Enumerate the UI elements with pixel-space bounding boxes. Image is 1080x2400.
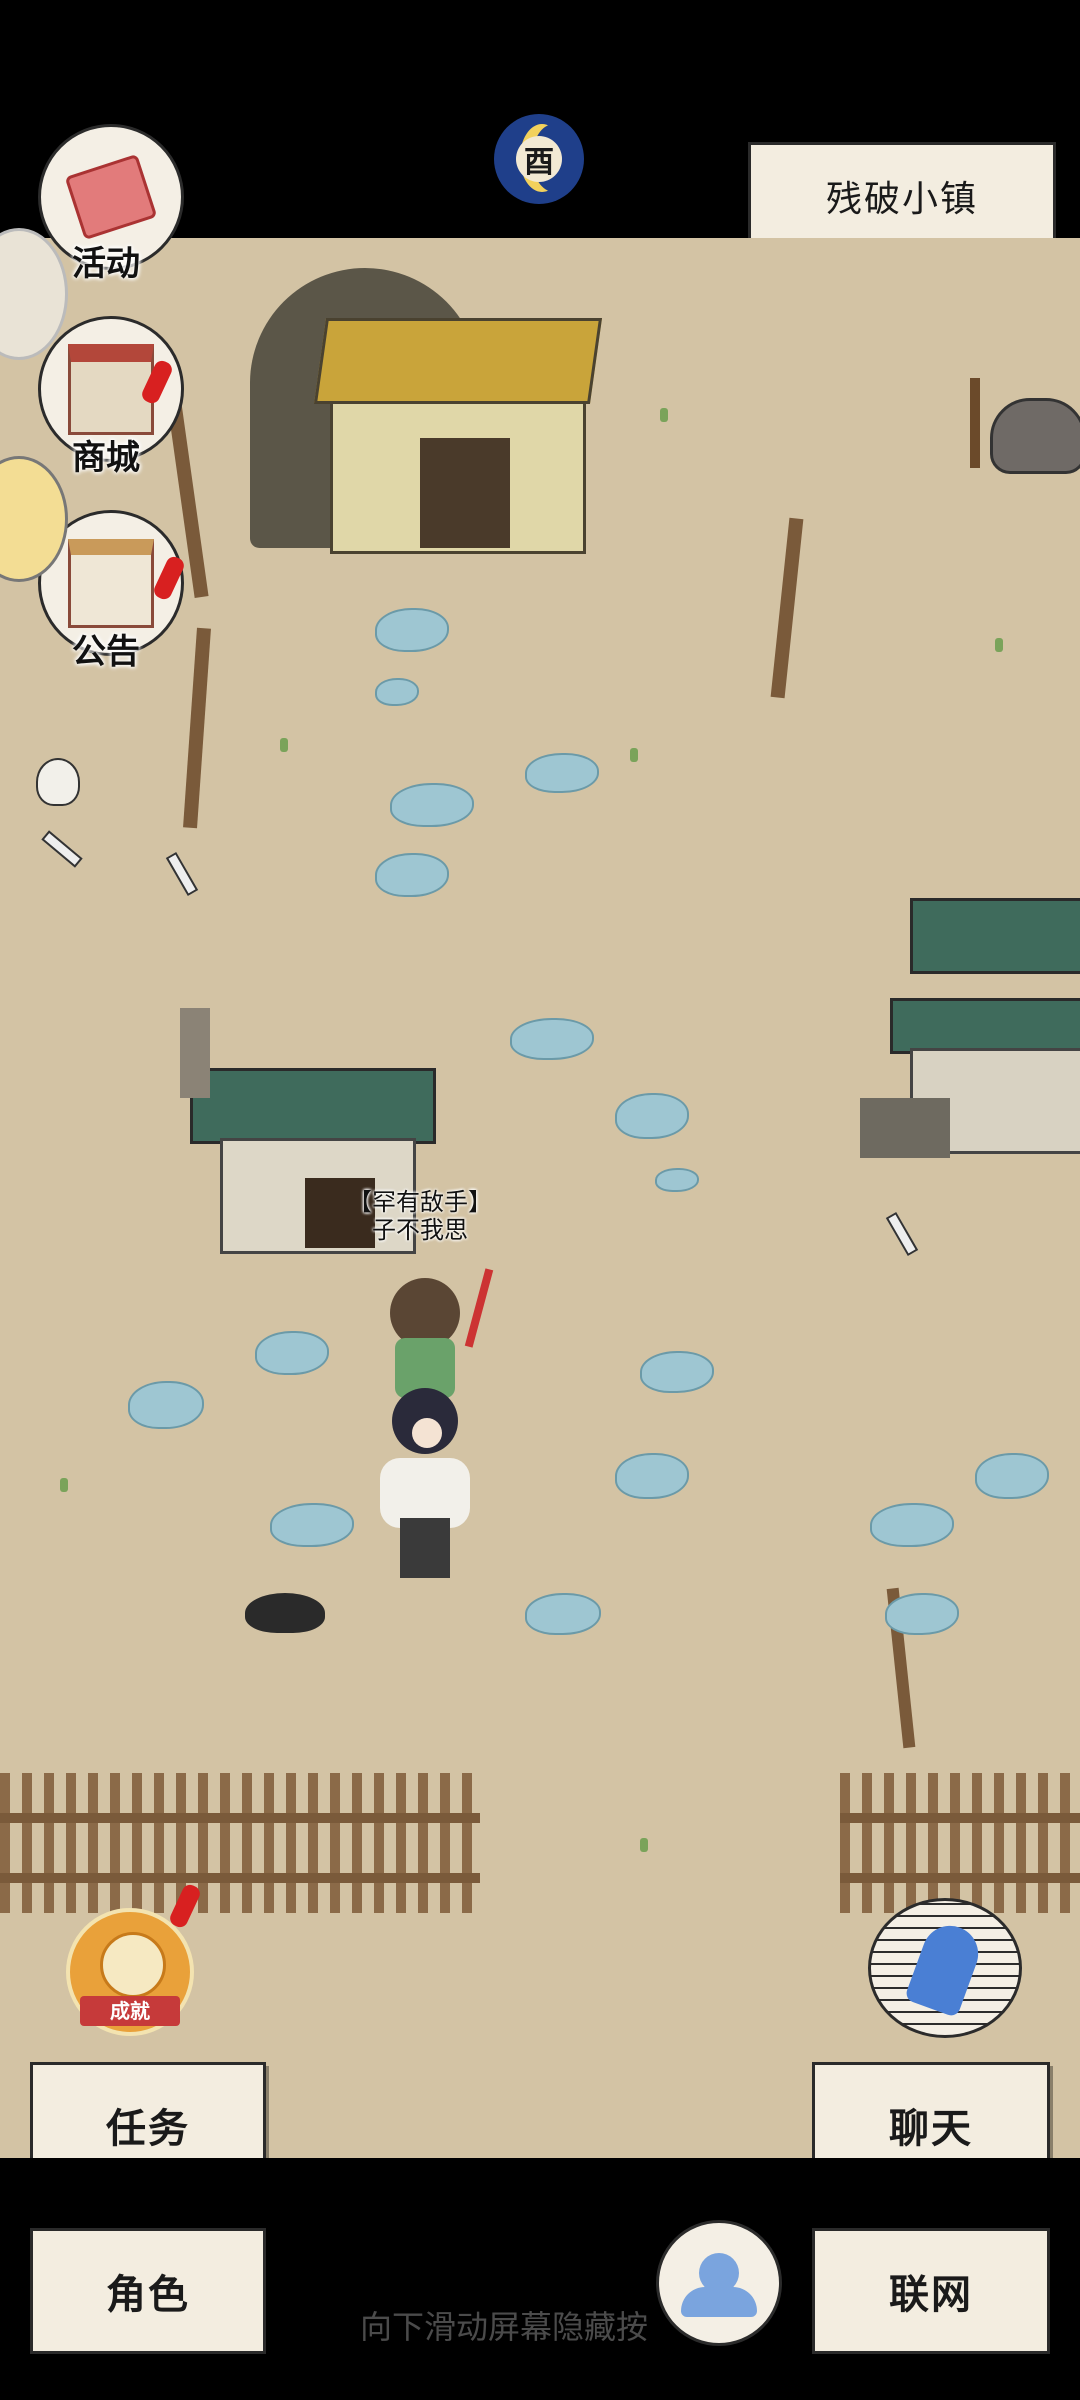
swipe-hint: 向下滑动屏幕隐藏按	[360, 2308, 649, 2346]
dead-tree	[770, 517, 804, 699]
stepping-stone	[375, 678, 419, 706]
fence-left	[0, 1773, 480, 1913]
notice-label: 公告	[72, 632, 140, 672]
stepping-stone	[390, 783, 474, 827]
time-label: 酉	[516, 136, 562, 182]
npc-character[interactable]	[380, 1268, 494, 1398]
skull-icon	[36, 758, 80, 806]
stepping-stone	[525, 753, 599, 793]
fence-rail	[0, 1873, 480, 1883]
achievement-button[interactable]: 成就	[66, 1908, 194, 2036]
ruined-house-right	[850, 868, 1080, 1168]
medal-icon	[100, 1932, 166, 1998]
grass-tuft	[660, 408, 668, 422]
grass-tuft	[280, 738, 288, 752]
location-title: 残破小镇	[748, 142, 1056, 250]
bone-icon	[41, 830, 83, 868]
run-button[interactable]	[868, 1898, 1022, 2038]
role-button[interactable]: 角色	[30, 2228, 266, 2354]
stepping-stone	[885, 1593, 959, 1635]
grass-tuft	[630, 748, 638, 762]
achievement-label: 成就	[80, 1996, 180, 2026]
stepping-stone	[615, 1453, 689, 1499]
stepping-stone	[975, 1453, 1049, 1499]
stepping-stone	[375, 853, 449, 897]
fence-rail	[840, 1873, 1080, 1883]
stepping-stone	[375, 608, 449, 652]
game-map[interactable]: 【罕有敌手】 子不我思	[0, 238, 1080, 2158]
stepping-stone	[128, 1381, 204, 1429]
thatched-hut	[250, 268, 603, 568]
stone-well	[970, 378, 1080, 474]
meditation-button[interactable]	[656, 2220, 782, 2346]
npc-name: 子不我思	[372, 1216, 468, 1244]
stepping-stone	[615, 1093, 689, 1139]
notice-board-icon	[68, 538, 154, 628]
activity-label: 活动	[72, 244, 140, 284]
activity-flag-icon	[64, 153, 158, 241]
shop-stall-icon	[68, 343, 154, 435]
online-button[interactable]: 联网	[812, 2228, 1050, 2354]
player-character[interactable]	[370, 1388, 480, 1588]
npc-title: 【罕有敌手】	[348, 1188, 492, 1216]
stepping-stone	[270, 1503, 354, 1547]
npc-name-tag: 【罕有敌手】 子不我思	[330, 1188, 510, 1244]
shop-label: 商城	[72, 438, 140, 478]
bone-icon	[885, 1211, 919, 1257]
stepping-stone	[510, 1018, 594, 1060]
fence-right	[840, 1773, 1080, 1913]
stepping-stone	[655, 1168, 699, 1192]
stepping-stone	[525, 1593, 601, 1635]
running-figure-icon	[903, 1918, 987, 2018]
stepping-stone	[255, 1331, 329, 1375]
grass-tuft	[995, 638, 1003, 652]
fence-rail	[840, 1813, 1080, 1823]
grass-tuft	[60, 1478, 68, 1492]
stepping-stone	[870, 1503, 954, 1547]
fence-rail	[0, 1813, 480, 1823]
stepping-stone	[640, 1351, 714, 1393]
bone-icon	[165, 851, 199, 897]
dead-tree	[183, 627, 211, 829]
time-badge[interactable]: 酉	[494, 114, 584, 204]
rat-icon	[245, 1593, 325, 1633]
grass-tuft	[640, 1838, 648, 1852]
